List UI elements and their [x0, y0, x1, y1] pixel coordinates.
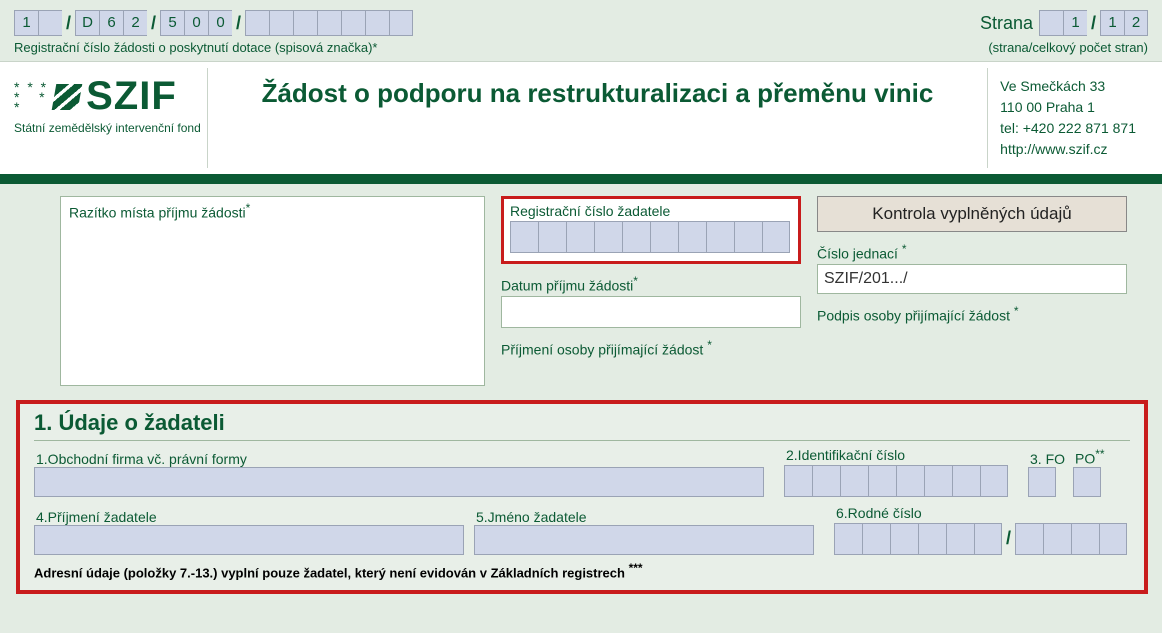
- applicant-regno-box: Registrační číslo žadatele: [501, 196, 801, 264]
- applicant-regno-cells[interactable]: [510, 221, 792, 253]
- separator: /: [151, 13, 156, 34]
- page-sublabel: (strana/celkový počet stran): [980, 40, 1148, 55]
- page-title: Žádost o podporu na restrukturalizaci a …: [207, 68, 988, 168]
- logo-subtitle: Státní zemědělský intervenční fond: [14, 119, 201, 135]
- po-checkbox[interactable]: [1073, 467, 1101, 497]
- surname-input[interactable]: [34, 525, 464, 555]
- reg-cell[interactable]: D: [75, 10, 99, 36]
- separator: /: [1091, 13, 1096, 34]
- refno-input[interactable]: SZIF/201.../: [817, 264, 1127, 294]
- receiver-surname-label: Příjmení osoby přijímající žádost: [501, 341, 703, 357]
- f6-label: 6.Rodné číslo: [834, 505, 1127, 521]
- fo-checkbox[interactable]: [1028, 467, 1056, 497]
- reg-cell[interactable]: [389, 10, 413, 36]
- section-title: 1. Údaje o žadateli: [34, 410, 1130, 441]
- reg-cell[interactable]: [269, 10, 293, 36]
- page-cell[interactable]: 1: [1063, 10, 1087, 36]
- date-label: Datum příjmu žádosti: [501, 278, 633, 294]
- registration-number-group: 1 / D 6 2 / 5 0 0 /: [14, 10, 413, 36]
- contact-address: Ve Smečkách 33 110 00 Praha 1 tel: +420 …: [988, 68, 1148, 168]
- reg-cell[interactable]: 6: [99, 10, 123, 36]
- f1-label: 1.Obchodní firma vč. právní formy: [34, 451, 764, 467]
- f2-label: 2.Identifikační číslo: [784, 447, 1008, 463]
- f5-label: 5.Jméno žadatele: [474, 509, 814, 525]
- page-cell[interactable]: [1039, 10, 1063, 36]
- reg-cell[interactable]: [293, 10, 317, 36]
- stamp-label: Razítko místa příjmu žádosti: [69, 205, 246, 221]
- f3b-label: PO: [1075, 451, 1095, 467]
- reg-cell[interactable]: [245, 10, 269, 36]
- reg-cell[interactable]: 2: [123, 10, 147, 36]
- reg-cell[interactable]: 0: [208, 10, 232, 36]
- refno-label: Číslo jednací: [817, 246, 898, 262]
- page-cell[interactable]: 2: [1124, 10, 1148, 36]
- szif-logo: * * ** ** SZIF Státní zemědělský interve…: [14, 68, 207, 168]
- reg-cell[interactable]: 1: [14, 10, 38, 36]
- page-cell[interactable]: 1: [1100, 10, 1124, 36]
- separator: /: [236, 13, 241, 34]
- page-label: Strana: [980, 13, 1033, 34]
- f3-label: 3. FO: [1028, 451, 1067, 467]
- reg-cell[interactable]: 5: [160, 10, 184, 36]
- reg-cell[interactable]: [38, 10, 62, 36]
- applicant-details-section: 1. Údaje o žadateli 1.Obchodní firma vč.…: [16, 400, 1148, 594]
- logo-text: SZIF: [86, 74, 177, 119]
- reg-cell[interactable]: [341, 10, 365, 36]
- applicant-regno-label: Registrační číslo žadatele: [510, 203, 792, 219]
- signature-label: Podpis osoby přijímající žádost: [817, 307, 1010, 323]
- reg-cell[interactable]: [365, 10, 389, 36]
- stamp-box: Razítko místa příjmu žádosti*: [60, 196, 485, 386]
- registration-number-label: Registrační číslo žádosti o poskytnutí d…: [14, 36, 413, 55]
- separator: /: [66, 13, 71, 34]
- reg-cell[interactable]: [317, 10, 341, 36]
- address-note: Adresní údaje (položky 7.-13.) vyplní po…: [34, 565, 625, 580]
- firstname-input[interactable]: [474, 525, 814, 555]
- validate-button[interactable]: Kontrola vyplněných údajů: [817, 196, 1127, 232]
- separator: /: [1006, 528, 1011, 549]
- reg-cell[interactable]: 0: [184, 10, 208, 36]
- f4-label: 4.Příjmení žadatele: [34, 509, 464, 525]
- date-input[interactable]: [501, 296, 801, 328]
- company-name-input[interactable]: [34, 467, 764, 497]
- szif-wedge-icon: [52, 84, 83, 110]
